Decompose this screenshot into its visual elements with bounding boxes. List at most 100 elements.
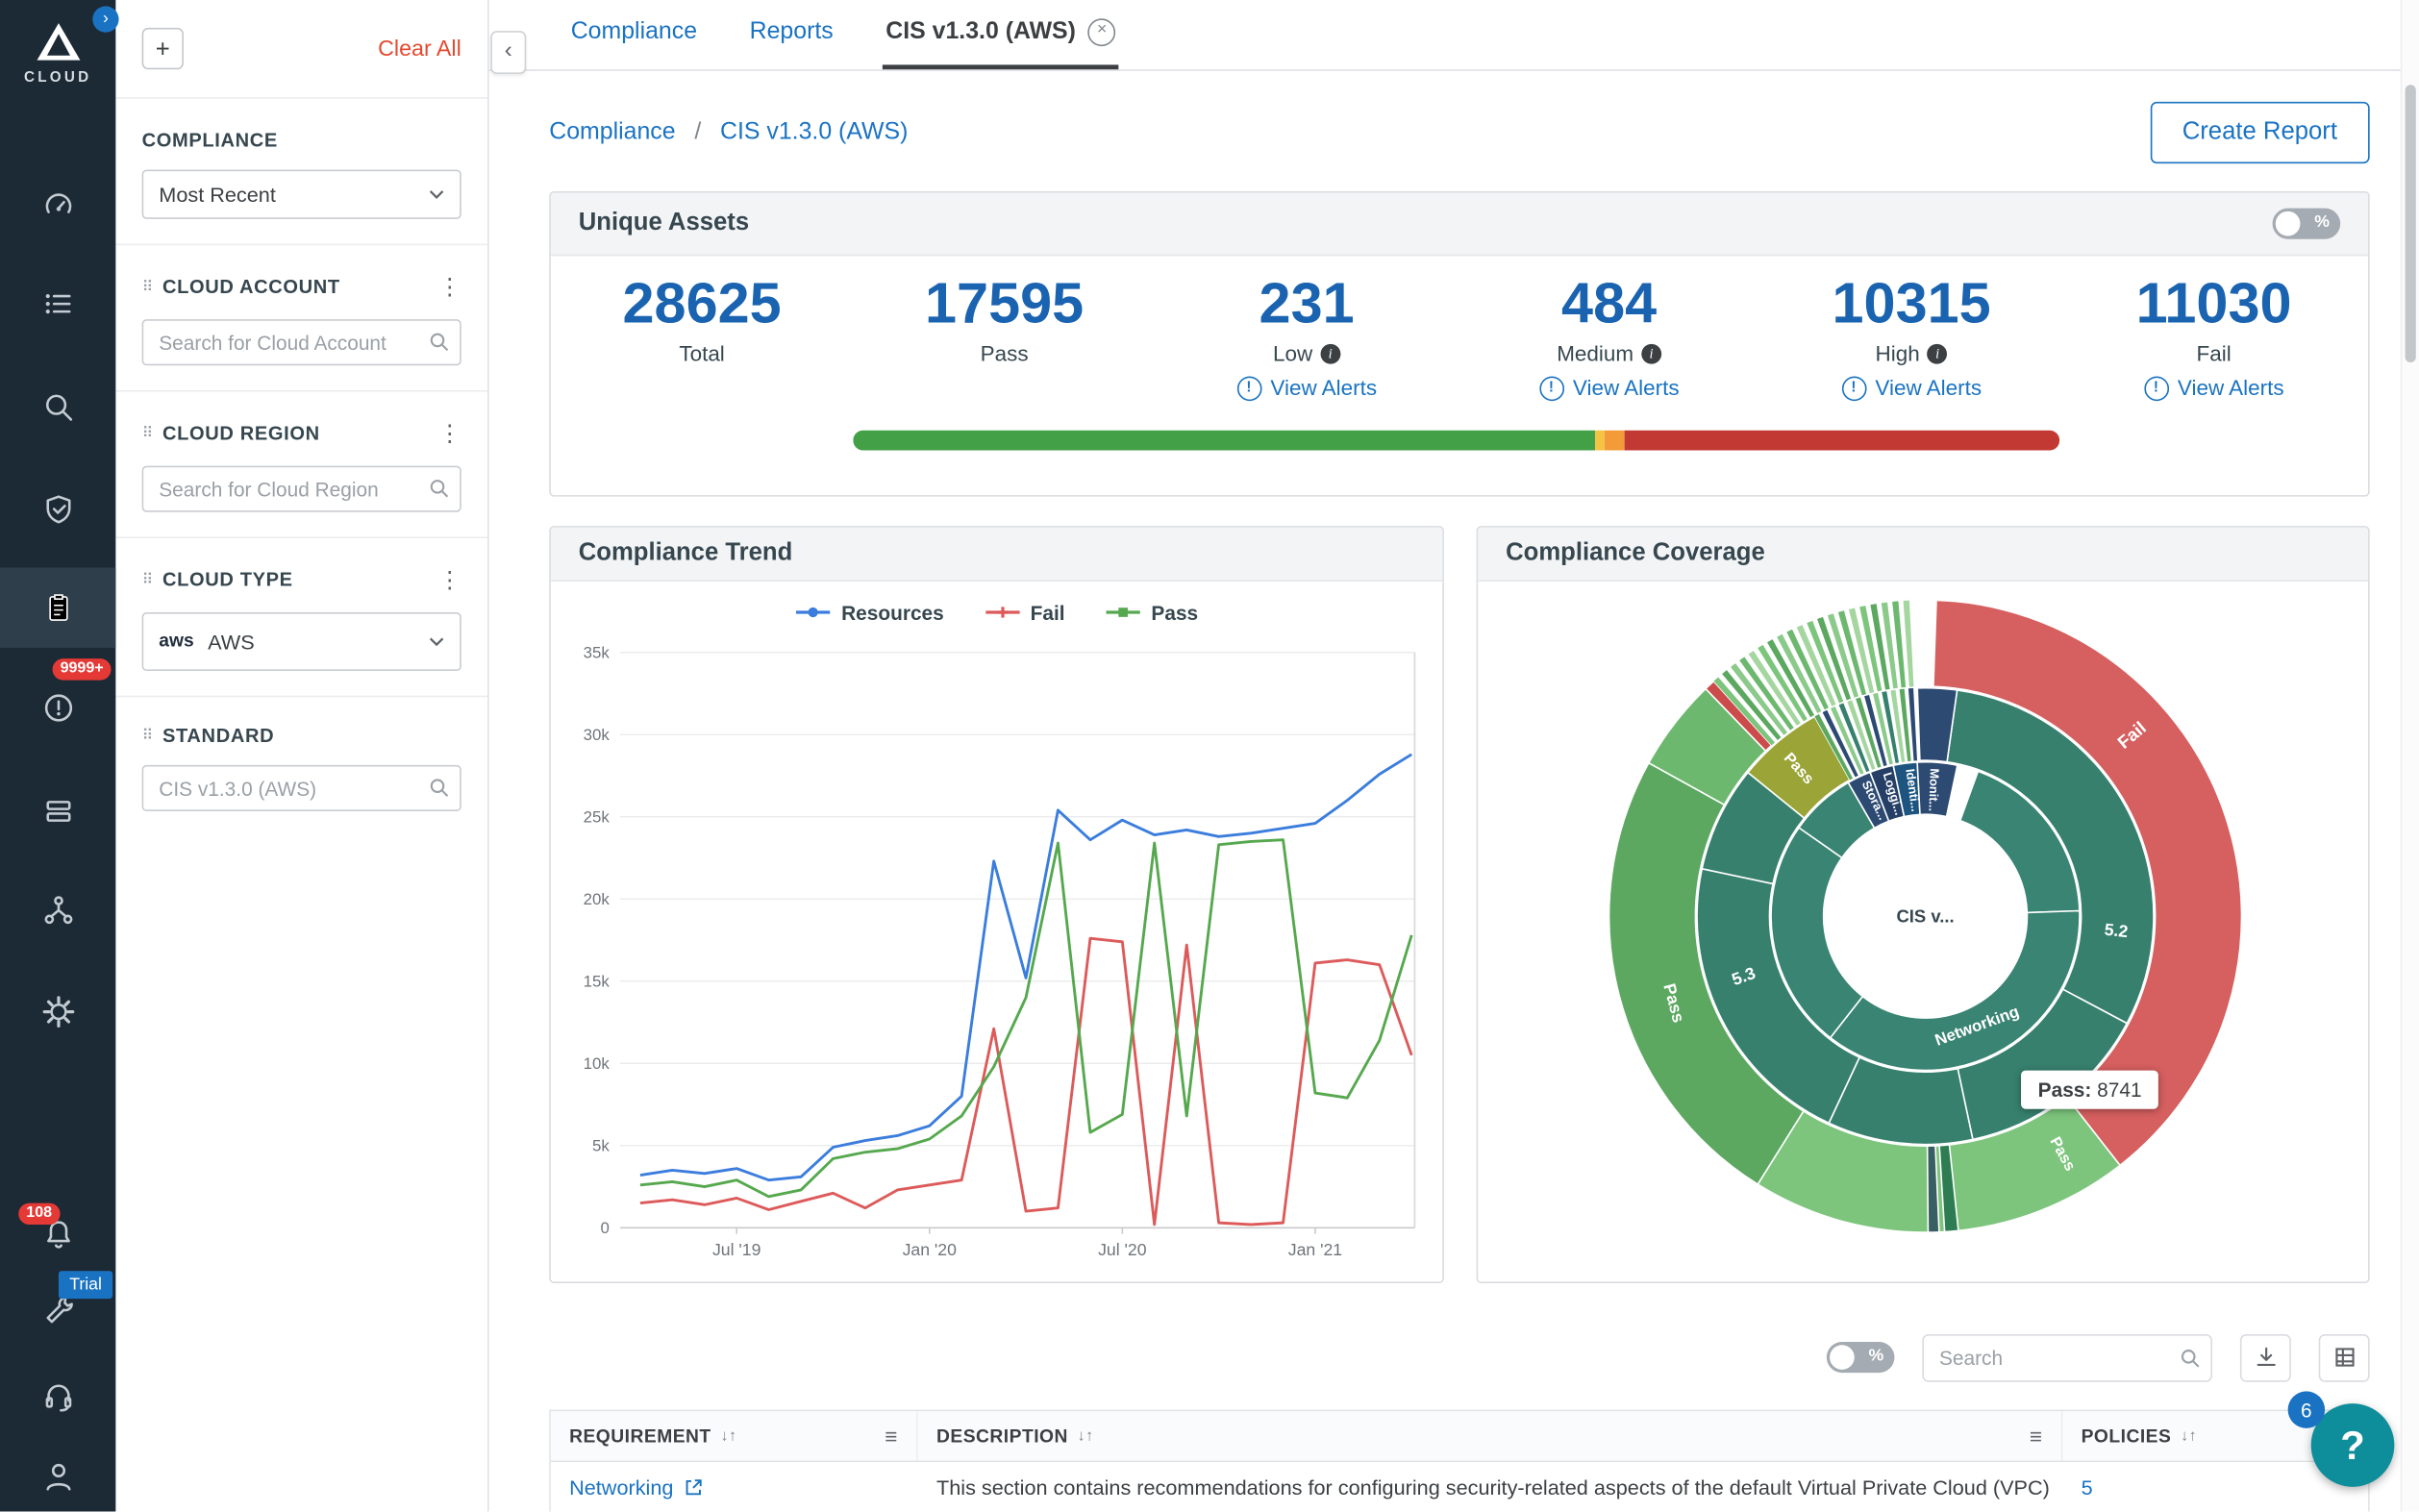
percent-toggle[interactable]: % xyxy=(2273,209,2341,239)
trial-badge[interactable]: Trial xyxy=(59,1271,112,1299)
breadcrumb-compliance-link[interactable]: Compliance xyxy=(549,119,675,145)
view-alerts-link[interactable]: !View Alerts xyxy=(1458,370,1760,406)
table-search-input[interactable] xyxy=(1922,1333,2212,1381)
legend-pass[interactable]: Pass xyxy=(1105,601,1198,624)
clear-all-filters-link[interactable]: Clear All xyxy=(378,37,461,62)
sort-dropdown-value: Most Recent xyxy=(159,183,276,206)
breadcrumb: Compliance / CIS v1.3.0 (AWS) xyxy=(549,119,908,147)
alert-icon: ! xyxy=(1539,376,1564,401)
sidebar-item-settings[interactable] xyxy=(0,978,115,1046)
requirement-description: This section contains recommendations fo… xyxy=(918,1462,2063,1511)
sidebar-item-network[interactable] xyxy=(0,876,115,944)
tab-cis-aws[interactable]: CIS v1.3.0 (AWS) × xyxy=(883,0,1119,69)
network-nodes-icon xyxy=(41,893,75,927)
aws-logo-icon: aws xyxy=(159,630,193,651)
search-icon xyxy=(41,390,75,424)
sidebar-item-support[interactable] xyxy=(0,1362,115,1430)
table-percent-toggle[interactable]: % xyxy=(1827,1342,1895,1373)
sort-icon[interactable]: ↓↑ xyxy=(720,1427,736,1445)
tab-reports[interactable]: Reports xyxy=(746,0,836,69)
sidebar-item-search[interactable] xyxy=(0,373,115,441)
coverage-sunburst-chart[interactable]: CIS v...NetworkingStora...Loggi...Identi… xyxy=(1478,582,2369,1283)
info-icon[interactable]: i xyxy=(1641,343,1661,363)
cloud-account-search-input[interactable] xyxy=(142,319,461,365)
svg-text:15k: 15k xyxy=(584,972,611,990)
column-menu-icon[interactable]: ≡ xyxy=(885,1424,898,1449)
svg-text:Jan '20: Jan '20 xyxy=(903,1240,958,1259)
chart-tooltip: Pass: 8741 xyxy=(2021,1071,2158,1109)
drag-handle-icon[interactable]: ⠿ xyxy=(142,728,154,745)
close-tab-icon[interactable]: × xyxy=(1088,18,1116,46)
collapse-panel-button[interactable]: ‹ xyxy=(490,31,526,74)
chevron-down-icon xyxy=(429,189,444,199)
cloud-type-menu-icon[interactable]: ⋮ xyxy=(438,566,461,594)
view-alerts-link[interactable]: !View Alerts xyxy=(2062,370,2365,406)
help-notification-badge: 6 xyxy=(2288,1391,2326,1428)
column-header-requirement[interactable]: REQUIREMENT↓↑ ≡ xyxy=(551,1411,918,1460)
cloud-type-label: CLOUD TYPE xyxy=(162,569,293,590)
view-alerts-link[interactable]: !View Alerts xyxy=(1760,370,2063,406)
trend-legend: Resources Fail Pass xyxy=(551,582,1442,634)
alert-icon: ! xyxy=(1236,376,1261,401)
tab-compliance[interactable]: Compliance xyxy=(567,0,700,69)
app-sidebar: CLOUD 9999+ xyxy=(0,0,115,1512)
sort-icon[interactable]: ↓↑ xyxy=(2181,1427,2197,1445)
expand-pin-button[interactable]: › xyxy=(92,6,118,32)
app-root: CLOUD 9999+ xyxy=(0,0,2419,1512)
column-menu-icon[interactable]: ≡ xyxy=(2030,1424,2043,1449)
stat-fail: 11030 Fail !View Alerts xyxy=(2062,271,2365,406)
svg-text:10k: 10k xyxy=(584,1054,611,1073)
legend-resources[interactable]: Resources xyxy=(795,601,944,624)
drag-handle-icon[interactable]: ⠿ xyxy=(142,279,154,296)
create-report-button[interactable]: Create Report xyxy=(2150,102,2370,163)
cloud-region-search-input[interactable] xyxy=(142,466,461,512)
sidebar-item-inventory[interactable] xyxy=(0,270,115,338)
info-icon[interactable]: i xyxy=(1928,343,1948,363)
svg-text:5.2: 5.2 xyxy=(2104,920,2130,941)
info-icon[interactable]: i xyxy=(1320,343,1340,363)
requirement-link[interactable]: Networking xyxy=(569,1476,703,1500)
cloud-type-dropdown[interactable]: aws AWS xyxy=(142,612,461,671)
tab-bar: Compliance Reports CIS v1.3.0 (AWS) × xyxy=(489,0,2419,71)
search-icon xyxy=(429,778,449,798)
download-icon xyxy=(2254,1345,2279,1370)
sort-dropdown[interactable]: Most Recent xyxy=(142,170,461,219)
table-header-row: REQUIREMENT↓↑ ≡ DESCRIPTION↓↑ ≡ POLICIES… xyxy=(551,1411,2368,1462)
cloud-region-menu-icon[interactable]: ⋮ xyxy=(438,419,461,447)
main-content: Compliance Reports CIS v1.3.0 (AWS) × Co… xyxy=(489,0,2419,1512)
policies-count-link[interactable]: 5 xyxy=(2082,1476,2093,1500)
sidebar-item-compliance-active[interactable] xyxy=(0,567,115,647)
sidebar-item-dashboard[interactable] xyxy=(0,171,115,239)
compliance-count-badge: 9999+ xyxy=(53,658,112,680)
bar-segment-medium xyxy=(1605,431,1625,451)
breadcrumb-current-link[interactable]: CIS v1.3.0 (AWS) xyxy=(720,119,908,145)
add-filter-button[interactable]: + xyxy=(142,28,184,69)
scrollbar-thumb[interactable] xyxy=(2406,85,2416,362)
svg-text:5k: 5k xyxy=(592,1136,610,1154)
download-button[interactable] xyxy=(2240,1333,2291,1381)
dashboard-gauge-icon xyxy=(41,188,75,222)
severity-distribution-bar[interactable] xyxy=(853,431,2059,451)
sidebar-item-alerts[interactable] xyxy=(0,674,115,742)
stat-medium: 484 Mediumi !View Alerts xyxy=(1458,271,1760,406)
alert-icon: ! xyxy=(2144,376,2169,401)
sort-icon[interactable]: ↓↑ xyxy=(1078,1427,1094,1445)
cloud-account-menu-icon[interactable]: ⋮ xyxy=(438,273,461,301)
view-alerts-link[interactable]: !View Alerts xyxy=(1156,370,1459,406)
sidebar-item-data[interactable] xyxy=(0,778,115,846)
column-view-button[interactable] xyxy=(2319,1333,2370,1381)
trend-line-chart[interactable]: 05k10k15k20k25k30k35kJul '19Jan '20Jul '… xyxy=(551,633,1442,1283)
alert-icon: ! xyxy=(1841,376,1866,401)
unique-assets-title: Unique Assets xyxy=(579,210,749,237)
drag-handle-icon[interactable]: ⠿ xyxy=(142,572,154,589)
sidebar-item-profile[interactable] xyxy=(0,1442,115,1510)
legend-fail[interactable]: Fail xyxy=(984,601,1064,624)
column-header-description[interactable]: DESCRIPTION↓↑ ≡ xyxy=(918,1411,2063,1460)
svg-text:CIS v...: CIS v... xyxy=(1896,906,1954,927)
drag-handle-icon[interactable]: ⠿ xyxy=(142,425,154,442)
svg-text:Jan '21: Jan '21 xyxy=(1288,1240,1342,1259)
standard-search-input[interactable] xyxy=(142,765,461,811)
sidebar-item-governance[interactable] xyxy=(0,475,115,543)
svg-text:Jul '19: Jul '19 xyxy=(712,1240,761,1259)
notifications-count-badge: 108 xyxy=(18,1203,60,1225)
